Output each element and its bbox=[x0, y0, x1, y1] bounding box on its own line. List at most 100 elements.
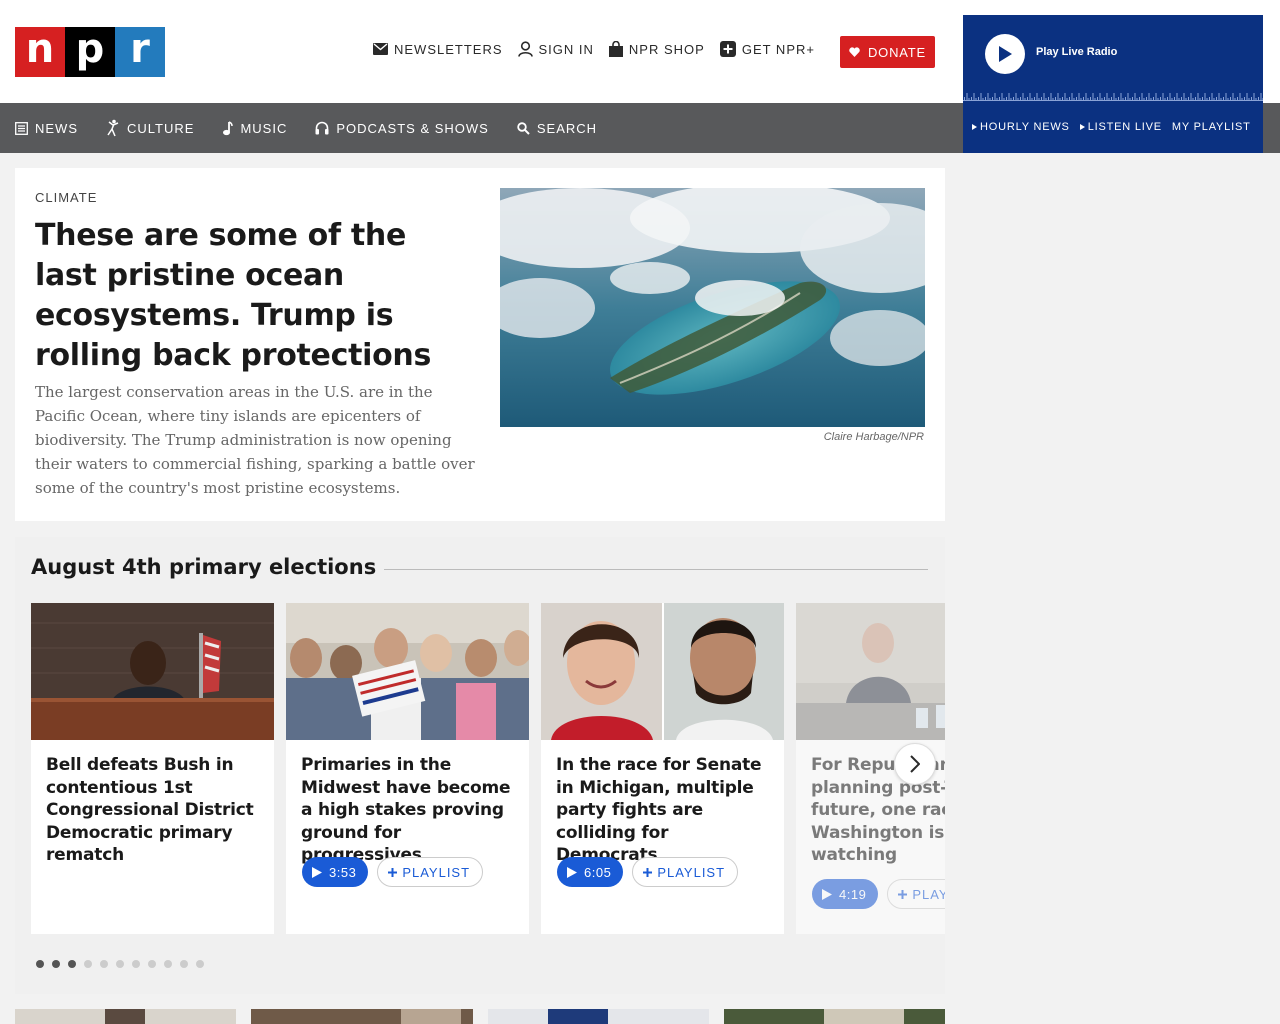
nav-music[interactable]: MUSIC bbox=[222, 121, 287, 136]
hourly-news-link[interactable]: HOURLY NEWS bbox=[972, 121, 1070, 133]
card-actions: 3:53 PLAYLIST bbox=[302, 857, 484, 887]
card-photo[interactable] bbox=[541, 603, 784, 740]
playlist-label: PLAYLIST bbox=[657, 864, 726, 880]
carousel-card[interactable]: In the race for Senate in Michigan, mult… bbox=[541, 603, 784, 934]
story-photo[interactable] bbox=[500, 188, 925, 427]
add-to-playlist-button[interactable]: PLAYLIST bbox=[377, 857, 484, 887]
next-row-card-photo[interactable] bbox=[724, 1009, 945, 1024]
nav-podcasts-shows-label: PODCASTS & SHOWS bbox=[336, 120, 489, 136]
play-live-radio-button[interactable] bbox=[985, 34, 1025, 74]
sign-in-label: SIGN IN bbox=[538, 41, 594, 57]
carousel-dot[interactable] bbox=[180, 960, 188, 968]
carousel-pagination bbox=[36, 960, 204, 968]
candidates-photo bbox=[541, 603, 784, 740]
npr-shop-link[interactable]: NPR SHOP bbox=[608, 41, 705, 57]
add-to-playlist-button[interactable]: PLAYLIST bbox=[632, 857, 739, 887]
newsletters-label: NEWSLETTERS bbox=[394, 41, 503, 57]
play-icon bbox=[999, 46, 1012, 62]
card-headline[interactable]: In the race for Senate in Michigan, mult… bbox=[541, 740, 784, 867]
play-icon bbox=[312, 866, 322, 878]
logo-letter-r: r bbox=[115, 27, 165, 77]
featured-story-card[interactable]: CLIMATE These are some of the last prist… bbox=[15, 168, 945, 521]
heading-divider bbox=[375, 569, 928, 570]
play-audio-button[interactable]: 6:05 bbox=[557, 857, 624, 887]
carousel-next-button[interactable] bbox=[894, 743, 936, 785]
headphones-icon bbox=[315, 121, 329, 135]
chevron-right-icon bbox=[910, 755, 920, 773]
nav-podcasts-shows[interactable]: PODCASTS & SHOWS bbox=[315, 121, 489, 136]
utility-nav: NEWSLETTERS SIGN IN NPR SHOP GET NPR+ bbox=[373, 41, 815, 57]
story-carousel: Bell defeats Bush in contentious 1st Con… bbox=[31, 603, 945, 934]
carousel-dot[interactable] bbox=[84, 960, 92, 968]
nav-news[interactable]: NEWS bbox=[15, 121, 78, 136]
carousel-dot[interactable] bbox=[36, 960, 44, 968]
sign-in-link[interactable]: SIGN IN bbox=[517, 41, 594, 57]
card-actions: 4:19 PLAYLIST bbox=[812, 879, 945, 909]
photo-preview bbox=[251, 1009, 473, 1024]
play-icon bbox=[567, 866, 577, 878]
shopping-bag-icon bbox=[608, 41, 623, 57]
play-audio-button[interactable]: 4:19 bbox=[812, 879, 879, 909]
audio-duration: 6:05 bbox=[584, 864, 612, 880]
npr-shop-label: NPR SHOP bbox=[628, 41, 705, 57]
nav-news-label: NEWS bbox=[35, 120, 78, 136]
plus-square-icon bbox=[719, 41, 736, 57]
story-slug[interactable]: CLIMATE bbox=[35, 190, 97, 205]
play-audio-button[interactable]: 3:53 bbox=[302, 857, 369, 887]
listen-live-label: LISTEN LIVE bbox=[1087, 121, 1162, 133]
hearing-photo bbox=[31, 603, 274, 740]
npr-logo[interactable]: n p r bbox=[15, 27, 165, 77]
nav-culture-label: CULTURE bbox=[127, 120, 195, 136]
triangle-right-icon bbox=[1079, 124, 1085, 130]
testimony-photo bbox=[796, 603, 945, 740]
playlist-label: PLAYLIST bbox=[912, 886, 945, 902]
live-radio-player: Play Live Radio HOURLY NEWS LISTEN LIVE … bbox=[963, 15, 1263, 153]
card-photo[interactable] bbox=[286, 603, 529, 740]
carousel-dot[interactable] bbox=[68, 960, 76, 968]
get-npr-plus-label: GET NPR+ bbox=[741, 41, 815, 57]
section-heading[interactable]: August 4th primary elections bbox=[31, 555, 385, 579]
player-links: HOURLY NEWS LISTEN LIVE MY PLAYLIST bbox=[972, 121, 1251, 133]
carousel-dot[interactable] bbox=[196, 960, 204, 968]
carousel-dot[interactable] bbox=[52, 960, 60, 968]
heart-icon bbox=[849, 47, 860, 57]
newsletters-link[interactable]: NEWSLETTERS bbox=[373, 42, 503, 57]
donate-label: DONATE bbox=[867, 44, 926, 60]
music-note-icon bbox=[223, 120, 234, 135]
nav-search-label: SEARCH bbox=[536, 120, 598, 136]
listen-live-link[interactable]: LISTEN LIVE bbox=[1079, 121, 1162, 133]
logo-letter-n: n bbox=[15, 27, 65, 77]
donate-button[interactable]: DONATE bbox=[840, 36, 935, 68]
culture-icon bbox=[107, 119, 119, 137]
nav-music-label: MUSIC bbox=[240, 120, 288, 136]
search-icon bbox=[517, 121, 530, 135]
audio-duration: 3:53 bbox=[329, 864, 357, 880]
next-row-card-photo[interactable] bbox=[251, 1009, 473, 1024]
nav-end-cap bbox=[1263, 103, 1278, 153]
get-npr-plus-link[interactable]: GET NPR+ bbox=[719, 41, 815, 57]
photo-preview bbox=[724, 1009, 945, 1024]
card-headline[interactable]: Bell defeats Bush in contentious 1st Con… bbox=[31, 740, 274, 867]
nav-culture[interactable]: CULTURE bbox=[106, 119, 194, 137]
carousel-card[interactable]: Bell defeats Bush in contentious 1st Con… bbox=[31, 603, 274, 934]
carousel-dot[interactable] bbox=[148, 960, 156, 968]
card-photo[interactable] bbox=[796, 603, 945, 740]
add-to-playlist-button[interactable]: PLAYLIST bbox=[887, 879, 945, 909]
elections-section: August 4th primary elections Bell defeat… bbox=[15, 537, 945, 994]
carousel-dot[interactable] bbox=[116, 960, 124, 968]
card-headline[interactable]: Primaries in the Midwest have become a h… bbox=[286, 740, 529, 867]
carousel-card[interactable]: Primaries in the Midwest have become a h… bbox=[286, 603, 529, 934]
story-headline[interactable]: These are some of the last pristine ocea… bbox=[35, 216, 475, 376]
carousel-dot[interactable] bbox=[164, 960, 172, 968]
next-row-card-photo[interactable] bbox=[15, 1009, 236, 1024]
triangle-right-icon bbox=[972, 124, 977, 130]
rally-crowd-photo bbox=[286, 603, 529, 740]
card-photo[interactable] bbox=[31, 603, 274, 740]
play-icon bbox=[822, 888, 832, 900]
next-row-card-photo[interactable] bbox=[488, 1009, 709, 1024]
nav-search[interactable]: SEARCH bbox=[517, 121, 597, 136]
carousel-dot[interactable] bbox=[132, 960, 140, 968]
carousel-dot[interactable] bbox=[100, 960, 108, 968]
logo-letter-p: p bbox=[65, 27, 115, 77]
my-playlist-link[interactable]: MY PLAYLIST bbox=[1172, 121, 1251, 133]
